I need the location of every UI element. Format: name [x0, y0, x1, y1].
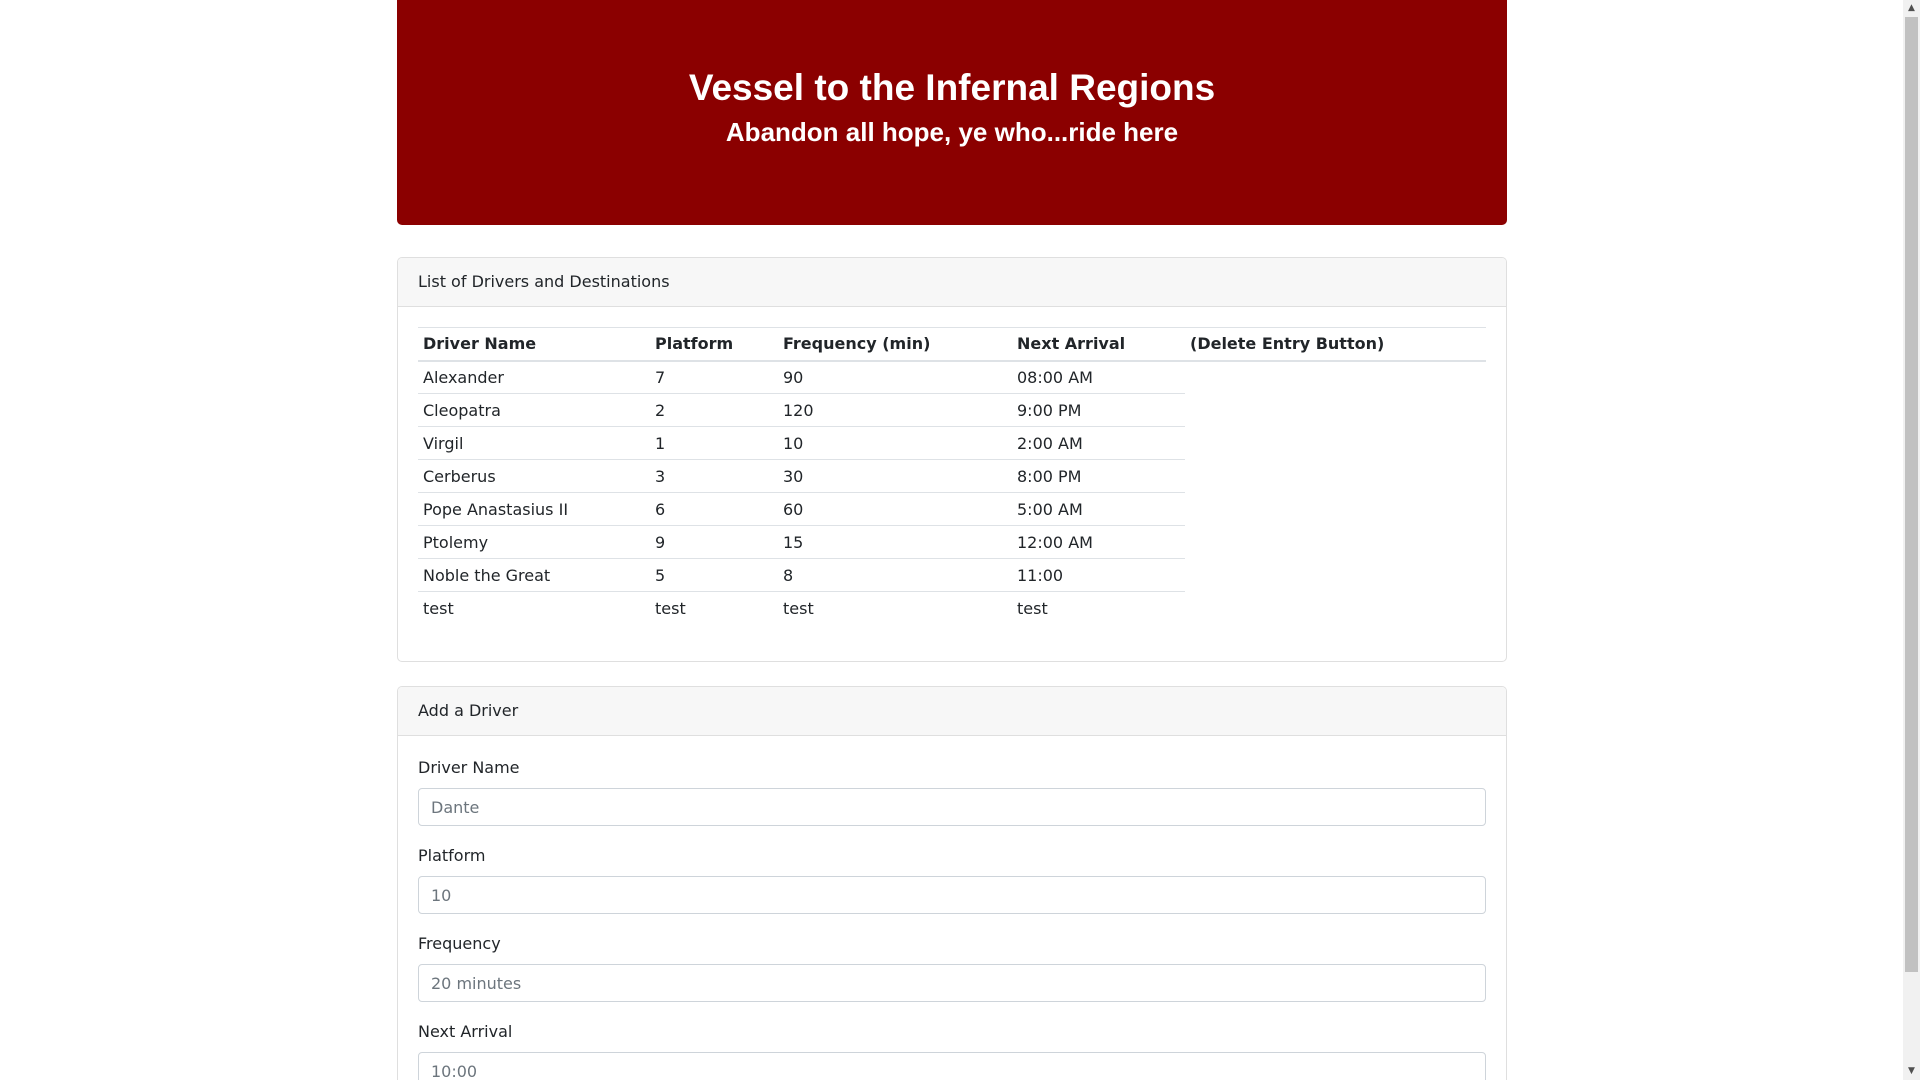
platform-label: Platform — [418, 846, 486, 865]
platform-group: Platform — [418, 844, 1486, 914]
table-header-row: Driver Name Platform Frequency (min) Nex… — [418, 327, 1486, 362]
schedule-card: List of Drivers and Destinations Driver … — [397, 257, 1507, 662]
column-header-frequency: Frequency (min) — [778, 327, 1012, 362]
cell-platform: 6 — [650, 492, 778, 526]
schedule-table: Driver Name Platform Frequency (min) Nex… — [418, 327, 1486, 625]
platform-input[interactable] — [418, 876, 1486, 914]
cell-delete — [1185, 361, 1486, 394]
column-header-platform: Platform — [650, 327, 778, 362]
table-row: Virgil 1 10 2:00 AM — [418, 426, 1486, 460]
driver-name-input[interactable] — [418, 788, 1486, 826]
table-row: Cleopatra 2 120 9:00 PM — [418, 393, 1486, 427]
table-row: Alexander 7 90 08:00 AM — [418, 360, 1486, 394]
next-arrival-input[interactable] — [418, 1052, 1486, 1080]
cell-next-arrival: 08:00 AM — [1012, 360, 1185, 394]
cell-frequency: 8 — [778, 558, 1012, 592]
cell-frequency: 30 — [778, 459, 1012, 493]
main-container: Vessel to the Infernal Regions Abandon a… — [397, 0, 1507, 1080]
page-title: Vessel to the Infernal Regions — [688, 67, 1216, 108]
table-row: Cerberus 3 30 8:00 PM — [418, 459, 1486, 493]
cell-next-arrival: 12:00 AM — [1012, 525, 1185, 559]
column-header-driver-name: Driver Name — [418, 327, 650, 362]
vertical-scrollbar[interactable]: ▲ ▼ — [1903, 0, 1920, 1080]
page-subtitle: Abandon all hope, ye who...ride here — [725, 117, 1179, 147]
cell-delete — [1185, 460, 1486, 493]
column-header-delete: (Delete Entry Button) — [1185, 327, 1486, 362]
add-driver-form: Driver Name Platform Frequency Next Arri… — [398, 736, 1506, 1080]
cell-platform: 2 — [650, 393, 778, 427]
cell-delete — [1185, 559, 1486, 592]
cell-frequency: 10 — [778, 426, 1012, 460]
cell-next-arrival: 5:00 AM — [1012, 492, 1185, 526]
cell-delete — [1185, 526, 1486, 559]
cell-next-arrival: 11:00 — [1012, 558, 1185, 592]
cell-next-arrival: 2:00 AM — [1012, 426, 1185, 460]
cell-next-arrival: 8:00 PM — [1012, 459, 1185, 493]
cell-platform: 5 — [650, 558, 778, 592]
cell-platform: 1 — [650, 426, 778, 460]
frequency-input[interactable] — [418, 964, 1486, 1002]
cell-frequency: 120 — [778, 393, 1012, 427]
schedule-card-body: Driver Name Platform Frequency (min) Nex… — [398, 307, 1506, 625]
cell-driver-name: Cleopatra — [418, 393, 650, 427]
cell-platform: 9 — [650, 525, 778, 559]
scrollbar-thumb[interactable] — [1905, 17, 1918, 972]
cell-driver-name: Ptolemy — [418, 525, 650, 559]
next-arrival-group: Next Arrival — [418, 1020, 1486, 1080]
table-row: Ptolemy 9 15 12:00 AM — [418, 525, 1486, 559]
cell-driver-name: Pope Anastasius II — [418, 492, 650, 526]
cell-frequency: test — [783, 598, 814, 618]
cell-platform: test — [655, 598, 686, 618]
cell-delete — [1185, 493, 1486, 526]
schedule-card-header: List of Drivers and Destinations — [398, 258, 1506, 307]
next-arrival-label: Next Arrival — [418, 1022, 513, 1041]
cell-driver-name: Virgil — [418, 426, 650, 460]
cell-delete — [1185, 592, 1486, 625]
cell-frequency: 90 — [778, 360, 1012, 394]
cell-platform: 3 — [650, 459, 778, 493]
cell-next-arrival: 9:00 PM — [1012, 393, 1185, 427]
table-row: Pope Anastasius II 6 60 5:00 AM — [418, 492, 1486, 526]
cell-frequency: 15 — [778, 525, 1012, 559]
triangle-up-icon[interactable]: ▲ — [1903, 0, 1920, 17]
cell-frequency: 60 — [778, 492, 1012, 526]
frequency-group: Frequency — [418, 932, 1486, 1002]
table-row: Noble the Great 5 8 11:00 — [418, 558, 1486, 592]
header-banner: Vessel to the Infernal Regions Abandon a… — [397, 0, 1507, 225]
driver-name-group: Driver Name — [418, 756, 1486, 826]
cell-driver-name: Cerberus — [418, 459, 650, 493]
driver-name-label: Driver Name — [418, 758, 520, 777]
cell-delete — [1185, 394, 1486, 427]
column-header-next-arrival: Next Arrival — [1012, 327, 1185, 362]
table-row: test test test test — [418, 592, 1486, 625]
page: Vessel to the Infernal Regions Abandon a… — [0, 0, 1920, 1080]
add-driver-card: Add a Driver Driver Name Platform Freque… — [397, 686, 1507, 1080]
frequency-label: Frequency — [418, 934, 501, 953]
cell-delete — [1185, 427, 1486, 460]
add-driver-card-header: Add a Driver — [398, 687, 1506, 736]
cell-driver-name: Alexander — [418, 360, 650, 394]
cell-next-arrival: test — [1017, 598, 1048, 618]
cell-platform: 7 — [650, 360, 778, 394]
triangle-down-icon[interactable]: ▼ — [1903, 1063, 1920, 1080]
cell-driver-name: test — [423, 598, 454, 618]
cell-driver-name: Noble the Great — [418, 558, 650, 592]
